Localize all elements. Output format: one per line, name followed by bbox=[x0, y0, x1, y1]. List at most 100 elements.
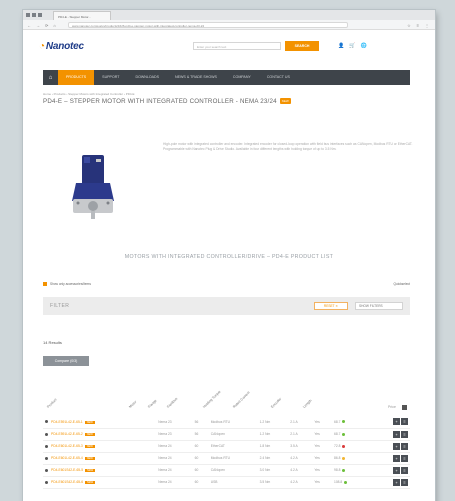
user-icon[interactable]: 👤 bbox=[338, 43, 344, 49]
fieldbus-cell: EtherCAT bbox=[208, 440, 258, 453]
cart-icon[interactable]: 🛒 bbox=[349, 43, 355, 49]
col-encoder[interactable]: Encoder bbox=[270, 397, 282, 409]
more-icon[interactable]: ⋮ bbox=[425, 23, 429, 28]
browser-window: PD4-E - Stepper Motor... ← → ⟳ ⌂ www.nan… bbox=[23, 10, 435, 501]
flange-cell: 60 bbox=[192, 452, 209, 465]
product-name-cell[interactable]: PD4-E591L42-E-65-1 NEW bbox=[43, 416, 157, 429]
reload-icon[interactable]: ⟳ bbox=[45, 23, 48, 28]
product-link[interactable]: PD4-E591L42-E-65-1 bbox=[51, 420, 83, 424]
accessories-toggle[interactable]: Show only accessories/items bbox=[43, 282, 91, 286]
nav-home-icon[interactable]: ⌂ bbox=[43, 70, 58, 85]
col-flange[interactable]: Flange bbox=[147, 399, 157, 409]
back-icon[interactable]: ← bbox=[27, 23, 31, 28]
col-product[interactable]: Product bbox=[46, 398, 57, 409]
torque-cell: 3.5 Nm bbox=[257, 476, 289, 489]
product-name-cell[interactable]: PD4-E601L42-E-65-3 NEW bbox=[43, 440, 157, 453]
table-row[interactable]: PD4-E591L42-E-65-2 NEW Nema 23 56 CANopen 1.2… bbox=[43, 428, 410, 441]
results-count: 14 Results bbox=[43, 340, 62, 345]
compare-icon[interactable]: ≡ bbox=[401, 430, 408, 438]
nav-item-news[interactable]: NEWS & TRADE SHOWS bbox=[167, 70, 225, 85]
flange-cell: 60 bbox=[192, 440, 209, 453]
compare-icon[interactable]: ≡ bbox=[401, 454, 408, 462]
globe-icon[interactable]: 🌐 bbox=[360, 43, 366, 49]
motor-cell: Nema 23 bbox=[156, 428, 193, 441]
breadcrumb[interactable]: Home › Products › Stepper Motors with In… bbox=[43, 92, 135, 96]
product-link[interactable]: PD4-E601L42-E-65-4 bbox=[51, 456, 83, 460]
forward-icon[interactable]: → bbox=[36, 23, 40, 28]
flange-cell: 60 bbox=[192, 464, 209, 477]
search-button[interactable]: SEARCH bbox=[285, 41, 319, 51]
compare-icon[interactable]: ≡ bbox=[401, 442, 408, 450]
nav-item-support[interactable]: SUPPORT bbox=[94, 70, 127, 85]
stock-status-icon bbox=[342, 456, 346, 460]
add-to-cart-icon[interactable]: + bbox=[393, 466, 400, 474]
motor-cell: Nema 24 bbox=[156, 476, 193, 489]
motor-cell: Nema 23 bbox=[156, 416, 193, 429]
nanotec-logo[interactable]: ◔Nanotec bbox=[39, 41, 84, 52]
stock-status-icon bbox=[342, 420, 346, 424]
bookmark-icon[interactable]: ☆ bbox=[407, 23, 411, 28]
table-row[interactable]: PD4-E601L42-E-65-3 NEW Nema 24 60 EtherCAT 1.… bbox=[43, 440, 410, 453]
window-minimize-icon[interactable] bbox=[32, 13, 36, 17]
add-to-cart-icon[interactable]: + bbox=[393, 418, 400, 426]
quickselect-link[interactable]: Quickselect bbox=[394, 282, 410, 286]
actions-cell: + ≡ bbox=[368, 452, 410, 465]
col-fieldbus[interactable]: Fieldbus bbox=[166, 397, 178, 409]
url-field[interactable]: www.nanotec.com/eu/en/products/1626-pd4-… bbox=[68, 22, 348, 28]
compare-icon[interactable]: ≡ bbox=[401, 478, 408, 486]
add-to-cart-icon[interactable]: + bbox=[393, 430, 400, 438]
main-navigation: ⌂ PRODUCTS SUPPORT DOWNLOADS NEWS & TRAD… bbox=[43, 70, 410, 85]
current-cell: 4.2 A bbox=[288, 452, 313, 465]
filter-reset-button[interactable]: RESET ✕ bbox=[314, 302, 348, 310]
encoder-cell: Yes bbox=[312, 416, 332, 429]
checkbox-icon[interactable] bbox=[43, 282, 47, 286]
nav-item-products[interactable]: PRODUCTS bbox=[58, 70, 95, 85]
product-link[interactable]: PD4-E591L42-E-65-2 bbox=[51, 432, 83, 436]
nav-item-contact[interactable]: CONTACT US bbox=[259, 70, 298, 85]
table-row[interactable]: PD4-E601S42-E-65-6 NEW Nema 24 60 USB 3.5 Nm 4… bbox=[43, 476, 410, 489]
table-row[interactable]: PD4-E601S42-E-65-5 NEW Nema 24 60 CANopen 3.0… bbox=[43, 464, 410, 477]
nav-item-downloads[interactable]: DOWNLOADS bbox=[127, 70, 167, 85]
row-bullet-icon bbox=[45, 468, 48, 472]
column-settings-icon[interactable] bbox=[402, 405, 407, 410]
product-name-cell[interactable]: PD4-E591L42-E-65-2 NEW bbox=[43, 428, 157, 441]
nav-item-company[interactable]: COMPANY bbox=[225, 70, 259, 85]
page-title-text: PD4-E – STEPPER MOTOR WITH INTEGRATED CO… bbox=[43, 98, 277, 105]
flange-cell: 56 bbox=[192, 416, 209, 429]
add-to-cart-icon[interactable]: + bbox=[393, 454, 400, 462]
product-link[interactable]: PD4-E601S42-E-65-5 bbox=[51, 468, 83, 472]
flange-cell: 56 bbox=[192, 428, 209, 441]
table-row[interactable]: PD4-E591L42-E-65-1 NEW Nema 23 56 Modbus RTU… bbox=[43, 416, 410, 429]
compare-icon[interactable]: ≡ bbox=[401, 466, 408, 474]
search-input[interactable]: Enter your search text bbox=[193, 42, 281, 50]
col-length[interactable]: Length bbox=[302, 399, 312, 409]
product-name-cell[interactable]: PD4-E601L42-E-65-4 NEW bbox=[43, 452, 157, 465]
encoder-cell: Yes bbox=[312, 428, 332, 441]
window-maximize-icon[interactable] bbox=[38, 13, 42, 17]
logo-mark-icon: ◔ bbox=[39, 41, 45, 52]
encoder-cell: Yes bbox=[312, 476, 332, 489]
product-link[interactable]: PD4-E601S42-E-65-6 bbox=[51, 480, 83, 484]
table-row[interactable]: PD4-E601L42-E-65-4 NEW Nema 24 60 Modbus RTU… bbox=[43, 452, 410, 465]
current-cell: 2.1 A bbox=[288, 416, 313, 429]
col-motor[interactable]: Motor bbox=[128, 400, 137, 409]
product-name-cell[interactable]: PD4-E601S42-E-65-6 NEW bbox=[43, 476, 157, 489]
length-cell: 108.8 bbox=[331, 476, 369, 489]
browser-nav: ← → ⟳ ⌂ bbox=[27, 23, 56, 28]
home-icon[interactable]: ⌂ bbox=[53, 23, 55, 28]
product-link[interactable]: PD4-E601L42-E-65-3 bbox=[51, 444, 83, 448]
compare-button[interactable]: Compare (0/3) bbox=[43, 356, 89, 366]
product-name-cell[interactable]: PD4-E601S42-E-65-5 NEW bbox=[43, 464, 157, 477]
browser-tab[interactable]: PD4-E - Stepper Motor... bbox=[53, 11, 111, 20]
menu-icon[interactable]: ≡ bbox=[417, 23, 419, 28]
compare-icon[interactable]: ≡ bbox=[401, 418, 408, 426]
window-close-icon[interactable] bbox=[26, 13, 30, 17]
filter-select[interactable]: SHOW FILTERS bbox=[355, 302, 403, 310]
add-to-cart-icon[interactable]: + bbox=[393, 442, 400, 450]
col-rated-current[interactable]: Rated Current bbox=[232, 391, 250, 409]
add-to-cart-icon[interactable]: + bbox=[393, 478, 400, 486]
row-bullet-icon bbox=[45, 480, 48, 484]
torque-cell: 3.0 Nm bbox=[257, 464, 289, 477]
product-description: High-pole motor with integrated controll… bbox=[163, 142, 413, 152]
col-holding-torque[interactable]: Holding Torque bbox=[202, 390, 221, 409]
